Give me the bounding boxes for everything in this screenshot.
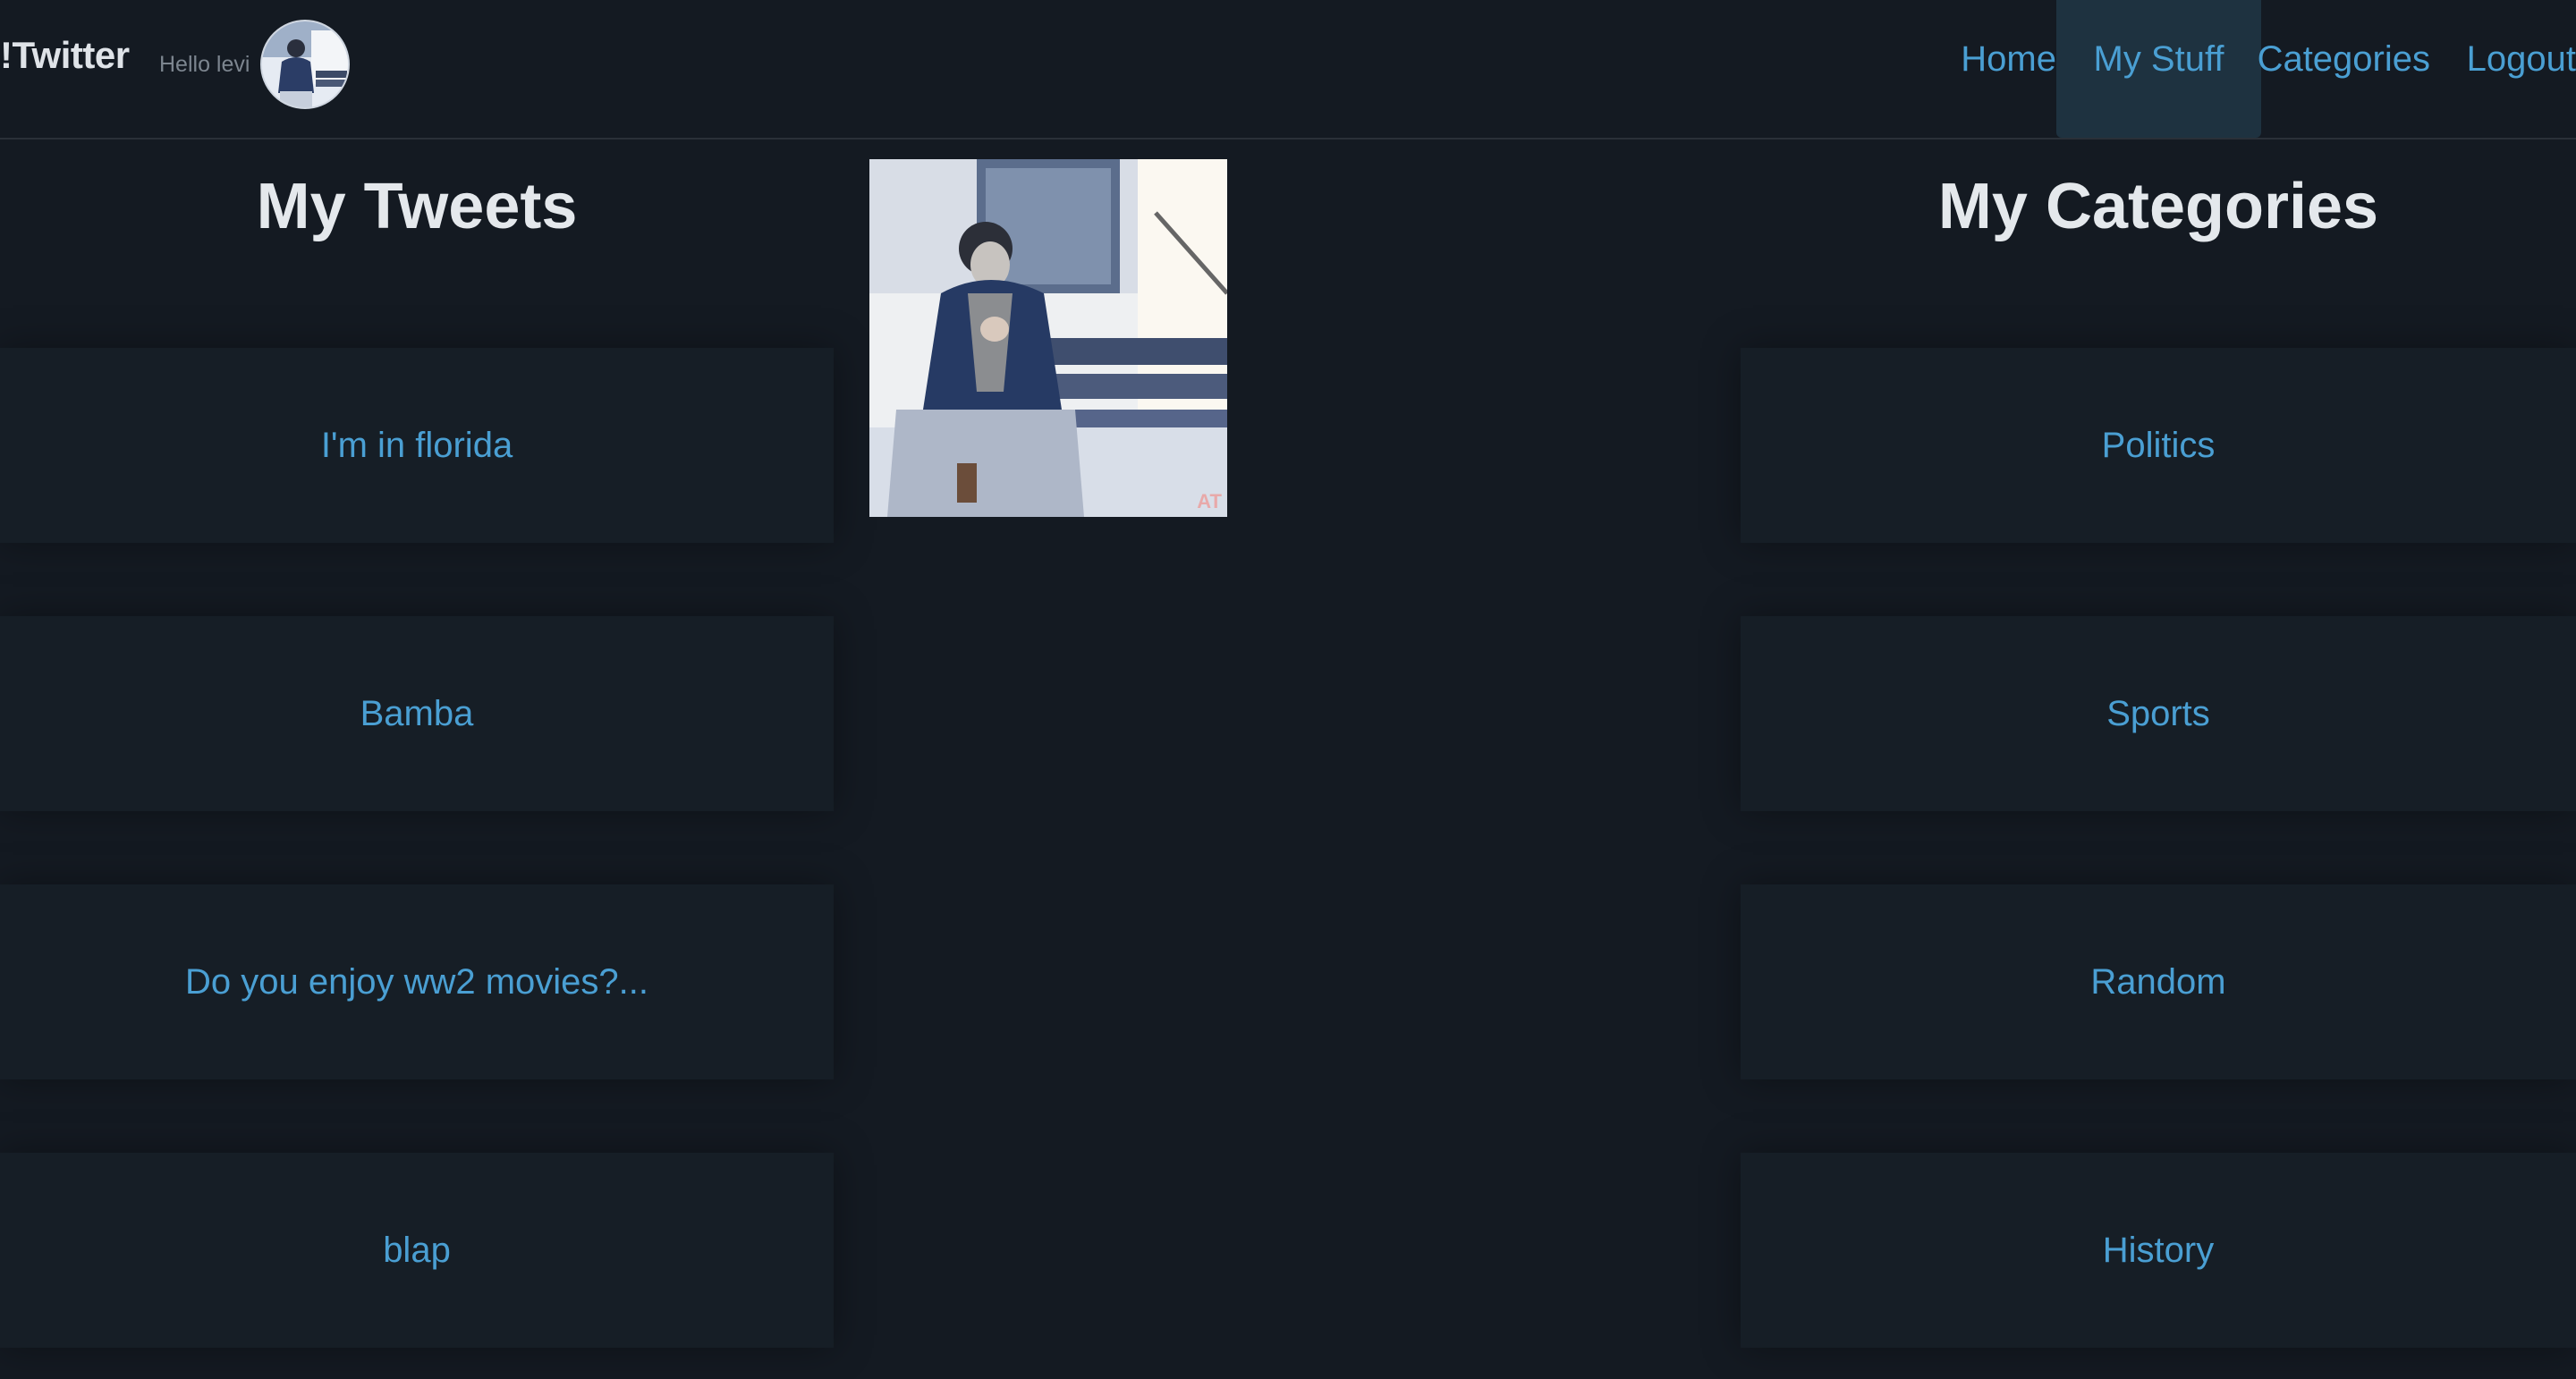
category-card[interactable]: Politics — [1741, 348, 2576, 543]
tweet-card[interactable]: Bamba — [0, 616, 834, 811]
category-link[interactable]: Random — [2090, 962, 2225, 1003]
category-link[interactable]: Politics — [2102, 426, 2216, 466]
nav-categories[interactable]: Categories — [2258, 0, 2430, 138]
brand-logo[interactable]: !Twitter — [0, 34, 130, 77]
user-avatar[interactable] — [260, 20, 350, 109]
tweet-link[interactable]: Do you enjoy ww2 movies?... — [185, 962, 648, 1003]
my-categories-title: My Categories — [1937, 171, 2379, 242]
category-link[interactable]: History — [2103, 1231, 2214, 1271]
top-navbar: !Twitter Hello levi Home My Stuff Catego… — [0, 0, 2576, 140]
nav-home[interactable]: Home — [1961, 0, 2056, 138]
category-card[interactable]: History — [1741, 1153, 2576, 1348]
tweet-card[interactable]: Do you enjoy ww2 movies?... — [0, 884, 834, 1079]
category-card[interactable]: Sports — [1741, 616, 2576, 811]
category-link[interactable]: Sports — [2106, 694, 2210, 734]
tweet-link[interactable]: Bamba — [360, 694, 474, 734]
tweet-link[interactable]: I'm in florida — [321, 426, 513, 466]
nav-logout[interactable]: Logout — [2467, 0, 2576, 138]
tweet-card[interactable]: blap — [0, 1153, 834, 1348]
profile-photo-icon — [869, 159, 1227, 517]
profile-photo: AT — [869, 159, 1227, 517]
my-tweets-title: My Tweets — [256, 171, 578, 242]
avatar-image-icon — [262, 21, 348, 107]
greeting-text: Hello levi — [159, 52, 250, 77]
tweet-link[interactable]: blap — [383, 1231, 451, 1271]
category-card[interactable]: Random — [1741, 884, 2576, 1079]
photo-watermark: AT — [1197, 490, 1222, 512]
tweet-card[interactable]: I'm in florida — [0, 348, 834, 543]
nav-my-stuff[interactable]: My Stuff — [2056, 0, 2261, 138]
